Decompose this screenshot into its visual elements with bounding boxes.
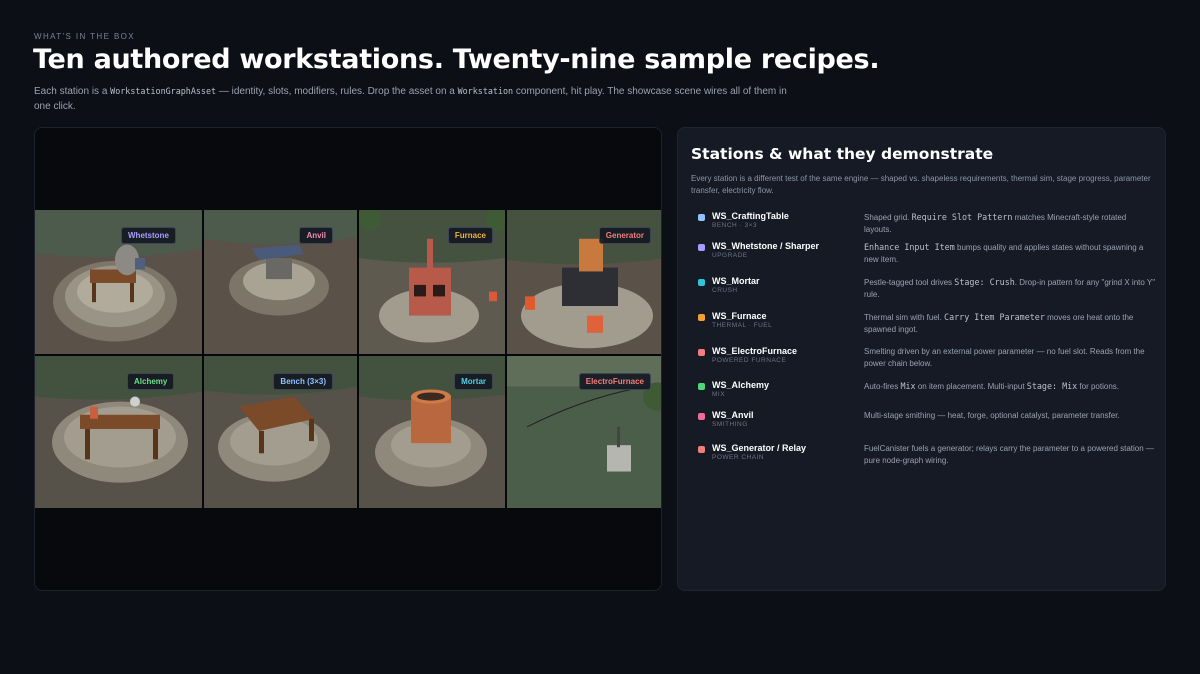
- station-color-marker: [698, 413, 705, 420]
- station-description: Auto-fires Mix on item placement. Multi-…: [864, 380, 1156, 393]
- station-color-marker: [698, 314, 705, 321]
- station-tile-furnace: Furnace: [359, 210, 505, 354]
- station-color-marker: [698, 446, 705, 453]
- station-tile-whetstone: Whetstone: [35, 210, 202, 354]
- station-tag: Furnace: [447, 227, 493, 244]
- inline-code: Enhance Input Item: [864, 242, 955, 252]
- panel-title: Stations & what they demonstrate: [691, 145, 994, 163]
- station-category: MIX: [712, 391, 726, 398]
- station-render-alchemy: [35, 356, 202, 508]
- inline-code: Stage: Crush: [954, 277, 1015, 287]
- station-category: UPGRADE: [712, 252, 748, 259]
- page-title: Ten authored workstations. Twenty-nine s…: [33, 44, 880, 75]
- station-tag: Alchemy: [127, 373, 175, 390]
- station-category: POWER CHAIN: [712, 454, 765, 461]
- station-color-marker: [698, 279, 705, 286]
- station-tile-mortar: Mortar: [359, 356, 505, 508]
- station-tag: ElectroFurnace: [578, 373, 651, 390]
- showcase-preview: Whetstone Anvil Furnace Generator Alchem…: [34, 127, 662, 591]
- station-color-marker: [698, 214, 705, 221]
- inline-code: Carry Item Parameter: [944, 312, 1045, 322]
- station-description: Smelting driven by an external power par…: [864, 346, 1156, 370]
- page-lede: Each station is a WorkstationGraphAsset …: [34, 84, 804, 114]
- station-category: CRUSH: [712, 287, 738, 294]
- station-category: POWERED FURNACE: [712, 357, 787, 364]
- station-color-marker: [698, 244, 705, 251]
- station-tile-electro: ElectroFurnace: [507, 356, 661, 508]
- text-run: FuelCanister fuels a generator; relays c…: [864, 444, 1154, 465]
- station-name: WS_Generator / Relay: [712, 443, 807, 453]
- station-tag: Generator: [598, 227, 651, 244]
- station-tag: Bench (3×3): [273, 373, 333, 390]
- station-name: WS_Furnace: [712, 311, 767, 321]
- station-tag: Mortar: [454, 373, 493, 390]
- station-tile-grid: Whetstone Anvil Furnace Generator Alchem…: [35, 210, 661, 509]
- station-category: SMITHING: [712, 421, 748, 428]
- station-render-anvil: [204, 210, 357, 354]
- stations-panel: Stations & what they demonstrate Every s…: [677, 127, 1166, 591]
- station-tag: Whetstone: [121, 227, 176, 244]
- station-render-whetstone: [35, 210, 202, 354]
- station-description: Thermal sim with fuel. Carry Item Parame…: [864, 311, 1156, 336]
- station-name: WS_Mortar: [712, 276, 760, 286]
- station-tag: Anvil: [299, 227, 333, 244]
- text-run: Multi-stage smithing — heat, forge, opti…: [864, 411, 1120, 420]
- station-description: Multi-stage smithing — heat, forge, opti…: [864, 410, 1156, 422]
- station-name: WS_Whetstone / Sharper: [712, 241, 820, 251]
- inline-code: Workstation: [457, 86, 514, 96]
- station-tile-generator: Generator: [507, 210, 661, 354]
- station-name: WS_ElectroFurnace: [712, 346, 798, 356]
- station-tile-anvil: Anvil: [204, 210, 357, 354]
- station-description: Enhance Input Item bumps quality and app…: [864, 241, 1156, 266]
- text-run: Thermal sim with fuel.: [864, 313, 945, 322]
- station-category: THERMAL · FUEL: [712, 322, 773, 329]
- station-description: Pestle-tagged tool drives Stage: Crush. …: [864, 276, 1156, 301]
- inline-code: Mix: [900, 381, 916, 391]
- station-tile-alchemy: Alchemy: [35, 356, 202, 508]
- inline-code: Stage: Mix: [1026, 381, 1078, 391]
- panel-subtitle: Every station is a different test of the…: [691, 174, 1151, 195]
- station-tile-bench: Bench (3×3): [204, 356, 357, 508]
- text-run: Auto-fires: [864, 382, 901, 391]
- text-run: Pestle-tagged tool drives: [864, 278, 955, 287]
- inline-code: WorkstationGraphAsset: [110, 86, 217, 96]
- text-run: Each station is a: [34, 86, 111, 97]
- text-run: Smelting driven by an external power par…: [864, 347, 1145, 368]
- section-eyebrow: WHAT'S IN THE BOX: [34, 32, 136, 41]
- station-name: WS_Alchemy: [712, 380, 770, 390]
- station-name: WS_Anvil: [712, 410, 754, 420]
- station-color-marker: [698, 383, 705, 390]
- text-run: on item placement. Multi-input: [915, 382, 1027, 391]
- inline-code: Require Slot Pattern: [911, 212, 1013, 222]
- station-category: BENCH · 3×3: [712, 222, 758, 229]
- text-run: — identity, slots, modifiers, rules. Dro…: [216, 86, 458, 97]
- text-run: for potions.: [1077, 382, 1120, 391]
- station-name: WS_CraftingTable: [712, 211, 789, 221]
- station-description: FuelCanister fuels a generator; relays c…: [864, 443, 1156, 467]
- station-color-marker: [698, 349, 705, 356]
- station-description: Shaped grid. Require Slot Pattern matche…: [864, 211, 1156, 236]
- text-run: Shaped grid.: [864, 213, 912, 222]
